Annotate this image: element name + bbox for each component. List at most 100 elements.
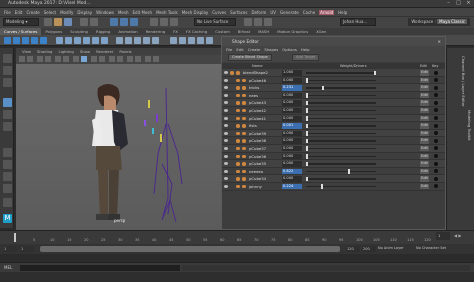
menu-curves[interactable]: Curves (212, 10, 226, 15)
modeling-toolkit-tab[interactable]: Modeling Toolkit (467, 110, 472, 141)
weight-slider[interactable] (306, 132, 376, 135)
sculpt-icon[interactable] (242, 78, 246, 83)
key-icon[interactable] (434, 93, 438, 98)
sculpt-icon[interactable] (242, 177, 246, 181)
reverse-curve-icon[interactable] (197, 37, 204, 44)
sculpt-icon[interactable] (242, 131, 246, 136)
visibility-eye-icon[interactable] (224, 124, 228, 128)
minimize-button[interactable]: – (444, 0, 453, 8)
sculpt-icon[interactable] (242, 169, 246, 174)
menu-mesh-display[interactable]: Mesh Display (182, 10, 209, 15)
key-icon[interactable] (434, 154, 438, 159)
snap-grid-icon[interactable] (150, 18, 158, 26)
outliner-icon[interactable] (3, 198, 12, 207)
sculpt-icon[interactable] (242, 108, 246, 113)
key-icon[interactable] (434, 123, 438, 128)
viewport-menu-renderer[interactable]: Renderer (96, 49, 113, 54)
edit-button[interactable]: Edit (420, 153, 429, 160)
weight-slider-handle[interactable] (321, 85, 324, 91)
blend-shape-target-row[interactable]: pCube43 0.000 Edit (222, 99, 445, 107)
blend-shape-target-row[interactable]: pCube41 0.000 Edit (222, 114, 445, 123)
open-scene-icon[interactable] (54, 18, 62, 26)
edit-button[interactable]: Edit (420, 70, 429, 76)
menu-cache[interactable]: Cache (303, 10, 315, 15)
weight-slider[interactable] (306, 140, 376, 142)
workspace-selector[interactable]: Workspace : Maya Classic (408, 18, 470, 26)
menu-generate[interactable]: Generate (280, 10, 299, 15)
range-bar[interactable] (40, 246, 340, 252)
weight-slider-handle[interactable] (306, 161, 308, 167)
shelf-tab-mash[interactable]: MASH (254, 28, 273, 35)
weight-slider-handle[interactable] (348, 169, 351, 174)
weight-slider[interactable] (306, 109, 376, 112)
shape-editor-menu-create[interactable]: Create (248, 47, 261, 52)
visibility-eye-icon[interactable] (224, 101, 228, 105)
visibility-eye-icon[interactable] (224, 184, 228, 188)
edit-button[interactable]: Edit (420, 176, 429, 182)
shape-editor-menu-help[interactable]: Help (301, 47, 310, 52)
shelf-tab-animation[interactable]: Animation (114, 28, 141, 35)
menu-edit-mesh[interactable]: Edit Mesh (133, 10, 153, 15)
blend-shape-target-row[interactable]: tricks 0.231 Edit (222, 84, 445, 92)
new-scene-icon[interactable] (44, 18, 52, 26)
key-icon[interactable] (434, 100, 438, 105)
scale-tool-icon[interactable] (3, 122, 12, 131)
mel-input[interactable] (20, 265, 180, 271)
weight-slider-handle[interactable] (306, 146, 308, 151)
rotate-tool-icon[interactable] (3, 110, 12, 119)
weight-slider[interactable] (306, 170, 376, 173)
visibility-eye-icon[interactable] (224, 177, 228, 181)
select-hierarchy-icon[interactable] (110, 18, 118, 26)
key-icon[interactable] (434, 176, 438, 181)
blend-shape-target-row[interactable]: johnny 0.224 Edit (222, 182, 445, 191)
sculpt-icon[interactable] (242, 184, 246, 189)
menu-file[interactable]: File (4, 10, 11, 15)
shelf-tab-rendering[interactable]: Rendering (142, 28, 169, 35)
weight-slider-handle[interactable] (306, 100, 308, 106)
menu-create[interactable]: Create (26, 10, 39, 15)
edit-button[interactable]: Edit (420, 130, 429, 137)
nurbs-circle-icon[interactable] (4, 37, 11, 44)
weight-slider[interactable] (306, 147, 376, 150)
edit-button[interactable]: Edit (420, 92, 429, 99)
visibility-eye-icon[interactable] (224, 71, 228, 74)
weight-field[interactable]: 0.000 (282, 145, 302, 152)
anim-layer-selector[interactable]: No Anim Layer (378, 246, 404, 250)
weight-field[interactable]: 1.000 (282, 70, 302, 76)
menu-select[interactable]: Select (44, 10, 56, 15)
menu-windows[interactable]: Windows (96, 10, 114, 15)
viewport-menu-shading[interactable]: Shading (37, 49, 52, 54)
weight-field[interactable]: 0.224 (282, 183, 302, 190)
visibility-eye-icon[interactable] (224, 78, 228, 82)
shelf-tab-polygons[interactable]: Polygons (41, 28, 66, 35)
add-target-button[interactable]: Add Target (292, 54, 320, 61)
select-component-icon[interactable] (130, 18, 138, 26)
weight-field[interactable]: 0.622 (282, 168, 302, 175)
sculpt-icon[interactable] (242, 124, 246, 128)
edit-button[interactable]: Edit (420, 115, 429, 122)
viewport-menu-show[interactable]: Show (80, 49, 90, 54)
shelf-tab-custom[interactable]: Custom (211, 28, 234, 35)
offset-curve-icon[interactable] (206, 37, 213, 44)
key-icon[interactable] (434, 169, 438, 174)
key-icon[interactable] (434, 85, 438, 90)
persp-outliner-icon[interactable] (3, 172, 12, 181)
key-icon[interactable] (434, 161, 438, 166)
attach-curves-icon[interactable] (170, 37, 177, 44)
edit-button[interactable]: Edit (420, 161, 429, 167)
key-icon[interactable] (434, 116, 438, 121)
current-time-marker[interactable] (14, 233, 16, 242)
menu-arnold[interactable]: Arnold (319, 9, 335, 15)
blend-shape-target-row[interactable]: pCube42 0.000 Edit (222, 106, 445, 115)
shape-editor-menu-shapes[interactable]: Shapes (264, 47, 278, 52)
edit-button[interactable]: Edit (420, 85, 429, 91)
key-icon[interactable] (434, 131, 438, 136)
render-settings-icon[interactable] (264, 18, 272, 26)
blend-shape-target-row[interactable]: pCube35 0.000 Edit (222, 160, 445, 168)
visibility-eye-icon[interactable] (224, 154, 228, 158)
loft-icon[interactable] (125, 37, 132, 44)
bevel-icon[interactable] (152, 37, 159, 44)
edit-button[interactable]: Edit (420, 123, 429, 129)
sculpt-icon[interactable] (236, 71, 240, 75)
save-scene-icon[interactable] (64, 18, 72, 26)
